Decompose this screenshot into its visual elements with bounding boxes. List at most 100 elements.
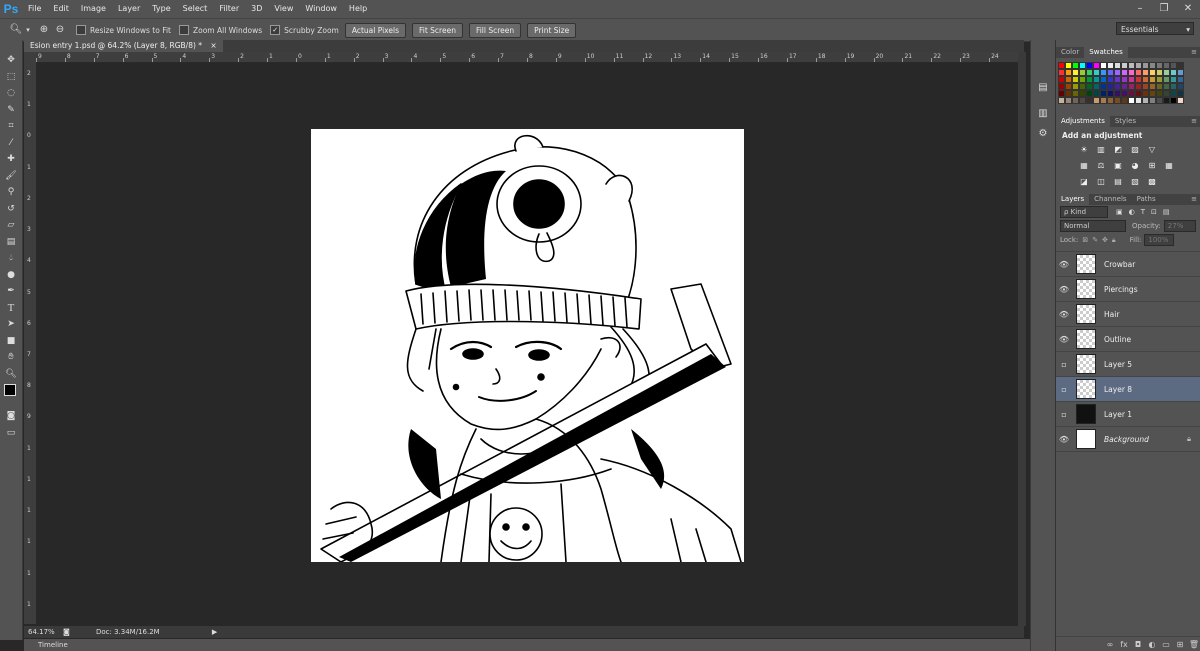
color-swatch[interactable] [1079,62,1086,69]
menu-view[interactable]: View [268,0,299,18]
canvas-scrollbar[interactable] [1018,52,1026,626]
fit-screen-button[interactable]: Fit Screen [411,22,463,38]
brush-tool-icon[interactable]: 🖌︎ [0,168,22,185]
color-swatch[interactable] [1149,76,1156,83]
pen-tool-icon[interactable]: ✒ [0,283,22,300]
adjustment-icon[interactable]: ◪ [1078,176,1090,188]
color-swatch[interactable] [1065,62,1072,69]
document-canvas[interactable] [311,129,744,563]
color-swatch[interactable] [1086,69,1093,76]
color-swatch[interactable] [1065,97,1072,104]
menu-layer[interactable]: Layer [112,0,146,18]
color-swatch[interactable] [1065,90,1072,97]
tab-paths[interactable]: Paths [1132,194,1161,205]
color-swatch[interactable] [1163,76,1170,83]
eye-icon[interactable]: 👁︎ [1056,435,1072,444]
color-swatch[interactable] [1149,69,1156,76]
color-swatch[interactable] [1135,76,1142,83]
foreground-color[interactable] [4,384,16,396]
color-swatch[interactable] [1072,69,1079,76]
color-swatch[interactable] [1058,76,1065,83]
color-swatch[interactable] [1107,62,1114,69]
maximize-window-icon[interactable]: ❐ [1152,0,1176,18]
hidden-eye-icon[interactable]: ▫ [1056,360,1072,369]
color-swatch[interactable] [1128,97,1135,104]
print-size-button[interactable]: Print Size [527,22,577,38]
tool-presets-icon[interactable]: ⚙ [1035,126,1051,142]
tab-styles[interactable]: Styles [1110,116,1141,127]
color-swatch[interactable] [1100,97,1107,104]
adjustment-icon[interactable]: ▨ [1129,144,1141,156]
color-swatch[interactable] [1072,62,1079,69]
history-brush-tool-icon[interactable]: ↺ [0,201,22,218]
menu-type[interactable]: Type [146,0,176,18]
type-tool-icon[interactable]: T [0,300,22,317]
brush-panel-icon[interactable]: ▥ [1035,106,1051,122]
color-swatch[interactable] [1170,76,1177,83]
color-swatch[interactable] [1156,76,1163,83]
adjustment-icon[interactable]: ⚖ [1095,160,1107,172]
adjustment-icon[interactable]: ▣ [1112,160,1124,172]
color-swatch[interactable] [1093,90,1100,97]
color-swatch[interactable] [1121,76,1128,83]
color-swatch[interactable] [1107,97,1114,104]
adjustment-icon[interactable]: ▧ [1129,176,1141,188]
color-swatch[interactable] [1121,83,1128,90]
menu-3d[interactable]: 3D [245,0,268,18]
color-swatch[interactable] [1065,83,1072,90]
menu-image[interactable]: Image [75,0,112,18]
screen-mode-icon[interactable]: ▭ [0,425,22,442]
quick-select-tool-icon[interactable]: ✎ [0,102,22,119]
layer-style-icon[interactable]: fx [1117,640,1131,649]
opacity-field[interactable]: 27% [1163,220,1196,232]
adjustment-icon[interactable]: ⊞ [1146,160,1158,172]
clone-stamp-tool-icon[interactable]: ⚲ [0,184,22,201]
color-swatch[interactable] [1121,90,1128,97]
color-swatch[interactable] [1142,76,1149,83]
move-tool-icon[interactable]: ✥ [0,52,22,69]
color-swatch[interactable] [1114,83,1121,90]
menu-help[interactable]: Help [343,0,373,18]
minimize-window-icon[interactable]: – [1128,0,1152,18]
color-swatch[interactable] [1121,97,1128,104]
menu-file[interactable]: File [22,0,47,18]
color-swatch[interactable] [1177,69,1184,76]
color-swatch[interactable] [1135,69,1142,76]
zoom-level[interactable]: 64.17% [28,628,55,636]
option-scrubby-zoom[interactable]: ✓ Scrubby Zoom [270,25,339,35]
color-swatch[interactable] [1149,90,1156,97]
close-window-icon[interactable]: ✕ [1176,0,1200,18]
color-swatch[interactable] [1114,69,1121,76]
checkbox-icon[interactable] [76,25,86,35]
fill-screen-button[interactable]: Fill Screen [468,22,522,38]
color-swatch[interactable] [1086,97,1093,104]
adjustment-icon[interactable]: ◕ [1129,160,1141,172]
color-swatch[interactable] [1079,83,1086,90]
color-swatch[interactable] [1079,90,1086,97]
color-swatch[interactable] [1100,83,1107,90]
color-swatch[interactable] [1058,90,1065,97]
color-swatch[interactable] [1128,62,1135,69]
layer-row[interactable]: ▫ Layer 5 [1056,352,1200,377]
color-swatch[interactable] [1142,83,1149,90]
tab-color[interactable]: Color [1056,47,1084,58]
adjustment-icon[interactable]: ▽ [1146,144,1158,156]
color-swatch[interactable] [1177,97,1184,104]
color-swatch[interactable] [1177,62,1184,69]
color-swatch[interactable] [1177,83,1184,90]
color-swatch[interactable] [1107,69,1114,76]
new-layer-icon[interactable]: ⊞ [1173,640,1187,649]
color-swatch[interactable] [1086,76,1093,83]
adjustment-icon[interactable]: ▦ [1163,160,1175,172]
blur-tool-icon[interactable]: 💧︎ [0,250,22,267]
color-swatch[interactable] [1114,97,1121,104]
layer-row[interactable]: 👁︎ Piercings [1056,277,1200,302]
hand-tool-icon[interactable]: ✋︎ [0,349,22,366]
color-swatch[interactable] [1177,76,1184,83]
adjustment-icon[interactable]: ☀ [1078,144,1090,156]
path-select-tool-icon[interactable]: ➤ [0,316,22,333]
color-swatch[interactable] [1170,69,1177,76]
checkbox-checked-icon[interactable]: ✓ [270,25,281,35]
color-swatch[interactable] [1093,62,1100,69]
color-swatch[interactable] [1107,83,1114,90]
